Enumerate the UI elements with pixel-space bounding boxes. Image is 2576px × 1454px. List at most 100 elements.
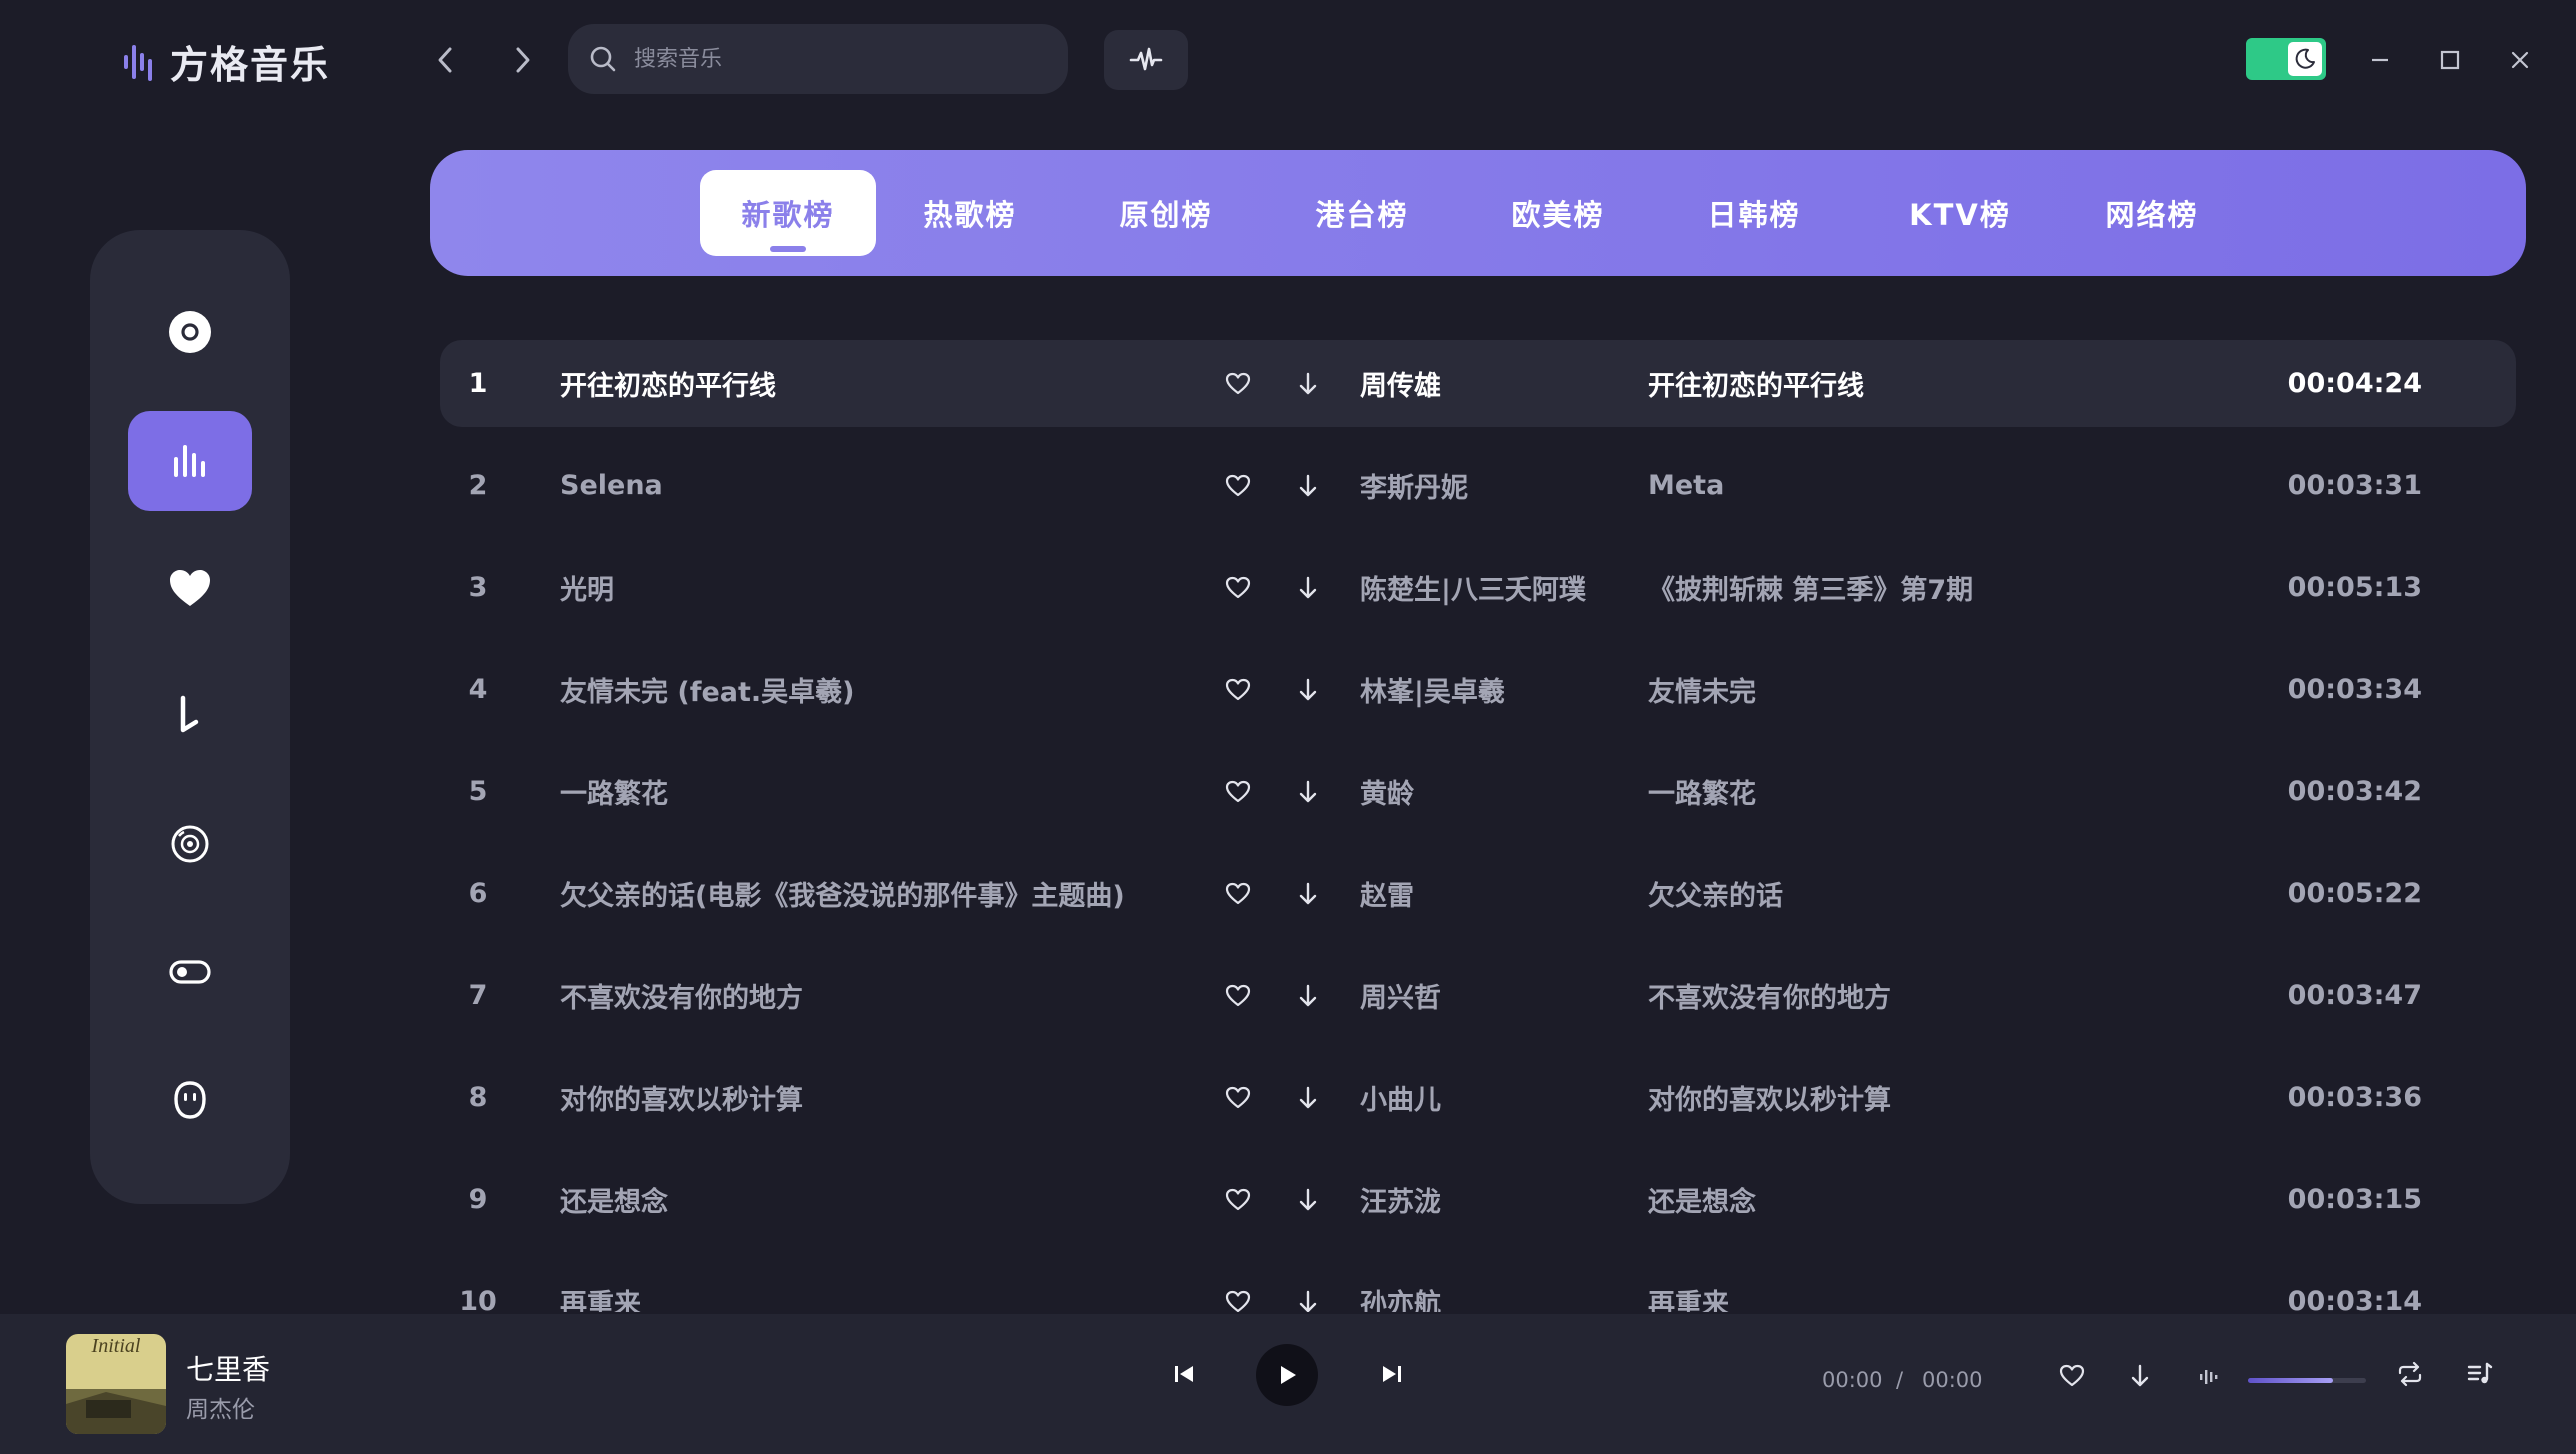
song-album[interactable]: 对你的喜欢以秒计算 <box>1648 1054 1891 1141</box>
song-artist[interactable]: 孙亦航 <box>1360 1258 1441 1312</box>
song-album[interactable]: 《披荆斩棘 第三季》第7期 <box>1648 544 1973 631</box>
song-index: 10 <box>459 1286 497 1312</box>
tab-new-songs[interactable]: 新歌榜 <box>700 170 876 256</box>
back-button[interactable] <box>424 38 468 82</box>
download-current-button[interactable] <box>2120 1356 2160 1396</box>
song-row[interactable]: 1 开往初恋的平行线 周传雄 开往初恋的平行线 00:04:24 <box>440 340 2516 427</box>
download-button[interactable] <box>1288 442 1328 529</box>
playlist-button[interactable] <box>2460 1354 2500 1394</box>
volume-slider[interactable] <box>2248 1378 2366 1383</box>
like-button[interactable] <box>1218 748 1258 835</box>
heart-outline-icon <box>1225 882 1251 906</box>
song-artist[interactable]: 汪苏泷 <box>1360 1156 1441 1243</box>
song-artist[interactable]: 小曲儿 <box>1360 1054 1441 1141</box>
song-artist[interactable]: 李斯丹妮 <box>1360 442 1468 529</box>
song-album[interactable]: 还是想念 <box>1648 1156 1756 1243</box>
sidebar-item-records[interactable] <box>128 794 252 894</box>
song-title[interactable]: 不喜欢没有你的地方 <box>560 952 803 1039</box>
minimize-button[interactable] <box>2360 40 2400 80</box>
song-artist[interactable]: 周兴哲 <box>1360 952 1441 1039</box>
repeat-button[interactable] <box>2390 1354 2430 1394</box>
sidebar-item-downloads[interactable] <box>128 666 252 766</box>
song-title[interactable]: 一路繁花 <box>560 748 668 835</box>
volume-button[interactable] <box>2192 1358 2228 1394</box>
download-button[interactable] <box>1288 1258 1328 1312</box>
song-artist[interactable]: 黄龄 <box>1360 748 1414 835</box>
song-artist[interactable]: 周传雄 <box>1360 340 1441 427</box>
song-title[interactable]: 欠父亲的话(电影《我爸没说的那件事》主题曲) <box>560 850 1125 937</box>
sidebar-item-favorites[interactable] <box>128 538 252 638</box>
listen-recognize-button[interactable] <box>1104 30 1188 90</box>
song-title[interactable]: 还是想念 <box>560 1156 668 1243</box>
previous-button[interactable] <box>1164 1354 1204 1394</box>
download-button[interactable] <box>1288 1156 1328 1243</box>
close-button[interactable] <box>2500 40 2540 80</box>
like-button[interactable] <box>1218 340 1258 427</box>
like-button[interactable] <box>1218 1054 1258 1141</box>
song-row[interactable]: 10 再重来 孙亦航 再重来 00:03:14 <box>440 1258 2516 1312</box>
maximize-button[interactable] <box>2430 40 2470 80</box>
song-title[interactable]: 再重来 <box>560 1258 641 1312</box>
song-title[interactable]: 光明 <box>560 544 614 631</box>
sidebar-item-charts[interactable] <box>128 411 252 511</box>
like-button[interactable] <box>1218 850 1258 937</box>
like-button[interactable] <box>1218 442 1258 529</box>
song-album[interactable]: 再重来 <box>1648 1258 1729 1312</box>
like-button[interactable] <box>1218 1156 1258 1243</box>
song-row[interactable]: 8 对你的喜欢以秒计算 小曲儿 对你的喜欢以秒计算 00:03:36 <box>440 1054 2516 1141</box>
tab-ktv[interactable]: KTV榜 <box>1880 170 2040 256</box>
like-button[interactable] <box>1218 1258 1258 1312</box>
song-title[interactable]: 对你的喜欢以秒计算 <box>560 1054 803 1141</box>
tab-original[interactable]: 原创榜 <box>1096 170 1236 256</box>
song-row[interactable]: 7 不喜欢没有你的地方 周兴哲 不喜欢没有你的地方 00:03:47 <box>440 952 2516 1039</box>
download-button[interactable] <box>1288 340 1328 427</box>
song-artist[interactable]: 林峯|吴卓羲 <box>1360 646 1505 733</box>
download-button[interactable] <box>1288 544 1328 631</box>
like-button[interactable] <box>1218 544 1258 631</box>
album-cover[interactable]: Initial <box>66 1334 166 1434</box>
tab-jp-kr[interactable]: 日韩榜 <box>1684 170 1824 256</box>
search-box[interactable] <box>568 24 1068 94</box>
download-button[interactable] <box>1288 748 1328 835</box>
song-row[interactable]: 4 友情未完 (feat.吴卓羲) 林峯|吴卓羲 友情未完 00:03:34 <box>440 646 2516 733</box>
download-button[interactable] <box>1288 850 1328 937</box>
song-row[interactable]: 9 还是想念 汪苏泷 还是想念 00:03:15 <box>440 1156 2516 1243</box>
sidebar-item-about[interactable] <box>128 1050 252 1150</box>
song-artist[interactable]: 陈楚生|八三夭阿璞 <box>1360 544 1586 631</box>
maximize-icon <box>2440 50 2460 70</box>
song-album[interactable]: 友情未完 <box>1648 646 1756 733</box>
song-row[interactable]: 2 Selena 李斯丹妮 Meta 00:03:31 <box>440 442 2516 529</box>
next-button[interactable] <box>1372 1354 1412 1394</box>
search-input[interactable] <box>632 45 1036 73</box>
tab-hot-songs[interactable]: 热歌榜 <box>900 170 1040 256</box>
song-album[interactable]: 开往初恋的平行线 <box>1648 340 1864 427</box>
sidebar-item-settings-toggle[interactable] <box>128 922 252 1022</box>
arrow-down-icon <box>1296 473 1320 499</box>
song-album[interactable]: 不喜欢没有你的地方 <box>1648 952 1891 1039</box>
song-row[interactable]: 5 一路繁花 黄龄 一路繁花 00:03:42 <box>440 748 2516 835</box>
time-separator: / <box>1896 1368 1904 1392</box>
download-button[interactable] <box>1288 952 1328 1039</box>
download-button[interactable] <box>1288 646 1328 733</box>
song-title[interactable]: 开往初恋的平行线 <box>560 340 776 427</box>
chart-bars-icon <box>170 441 210 481</box>
song-title[interactable]: Selena <box>560 442 663 529</box>
tab-western[interactable]: 欧美榜 <box>1488 170 1628 256</box>
song-album[interactable]: 一路繁花 <box>1648 748 1756 835</box>
tab-hk-tw[interactable]: 港台榜 <box>1292 170 1432 256</box>
like-button[interactable] <box>1218 952 1258 1039</box>
like-button[interactable] <box>1218 646 1258 733</box>
sidebar-item-discover[interactable] <box>128 282 252 382</box>
song-artist[interactable]: 赵雷 <box>1360 850 1414 937</box>
song-album[interactable]: Meta <box>1648 442 1724 529</box>
like-current-button[interactable] <box>2052 1356 2092 1396</box>
song-title[interactable]: 友情未完 (feat.吴卓羲) <box>560 646 855 733</box>
song-album[interactable]: 欠父亲的话 <box>1648 850 1783 937</box>
play-button[interactable] <box>1256 1344 1318 1406</box>
forward-button[interactable] <box>500 38 544 82</box>
song-row[interactable]: 3 光明 陈楚生|八三夭阿璞 《披荆斩棘 第三季》第7期 00:05:13 <box>440 544 2516 631</box>
tab-internet[interactable]: 网络榜 <box>2082 170 2222 256</box>
dark-mode-toggle[interactable] <box>2246 38 2326 80</box>
song-row[interactable]: 6 欠父亲的话(电影《我爸没说的那件事》主题曲) 赵雷 欠父亲的话 00:05:22 <box>440 850 2516 937</box>
download-button[interactable] <box>1288 1054 1328 1141</box>
